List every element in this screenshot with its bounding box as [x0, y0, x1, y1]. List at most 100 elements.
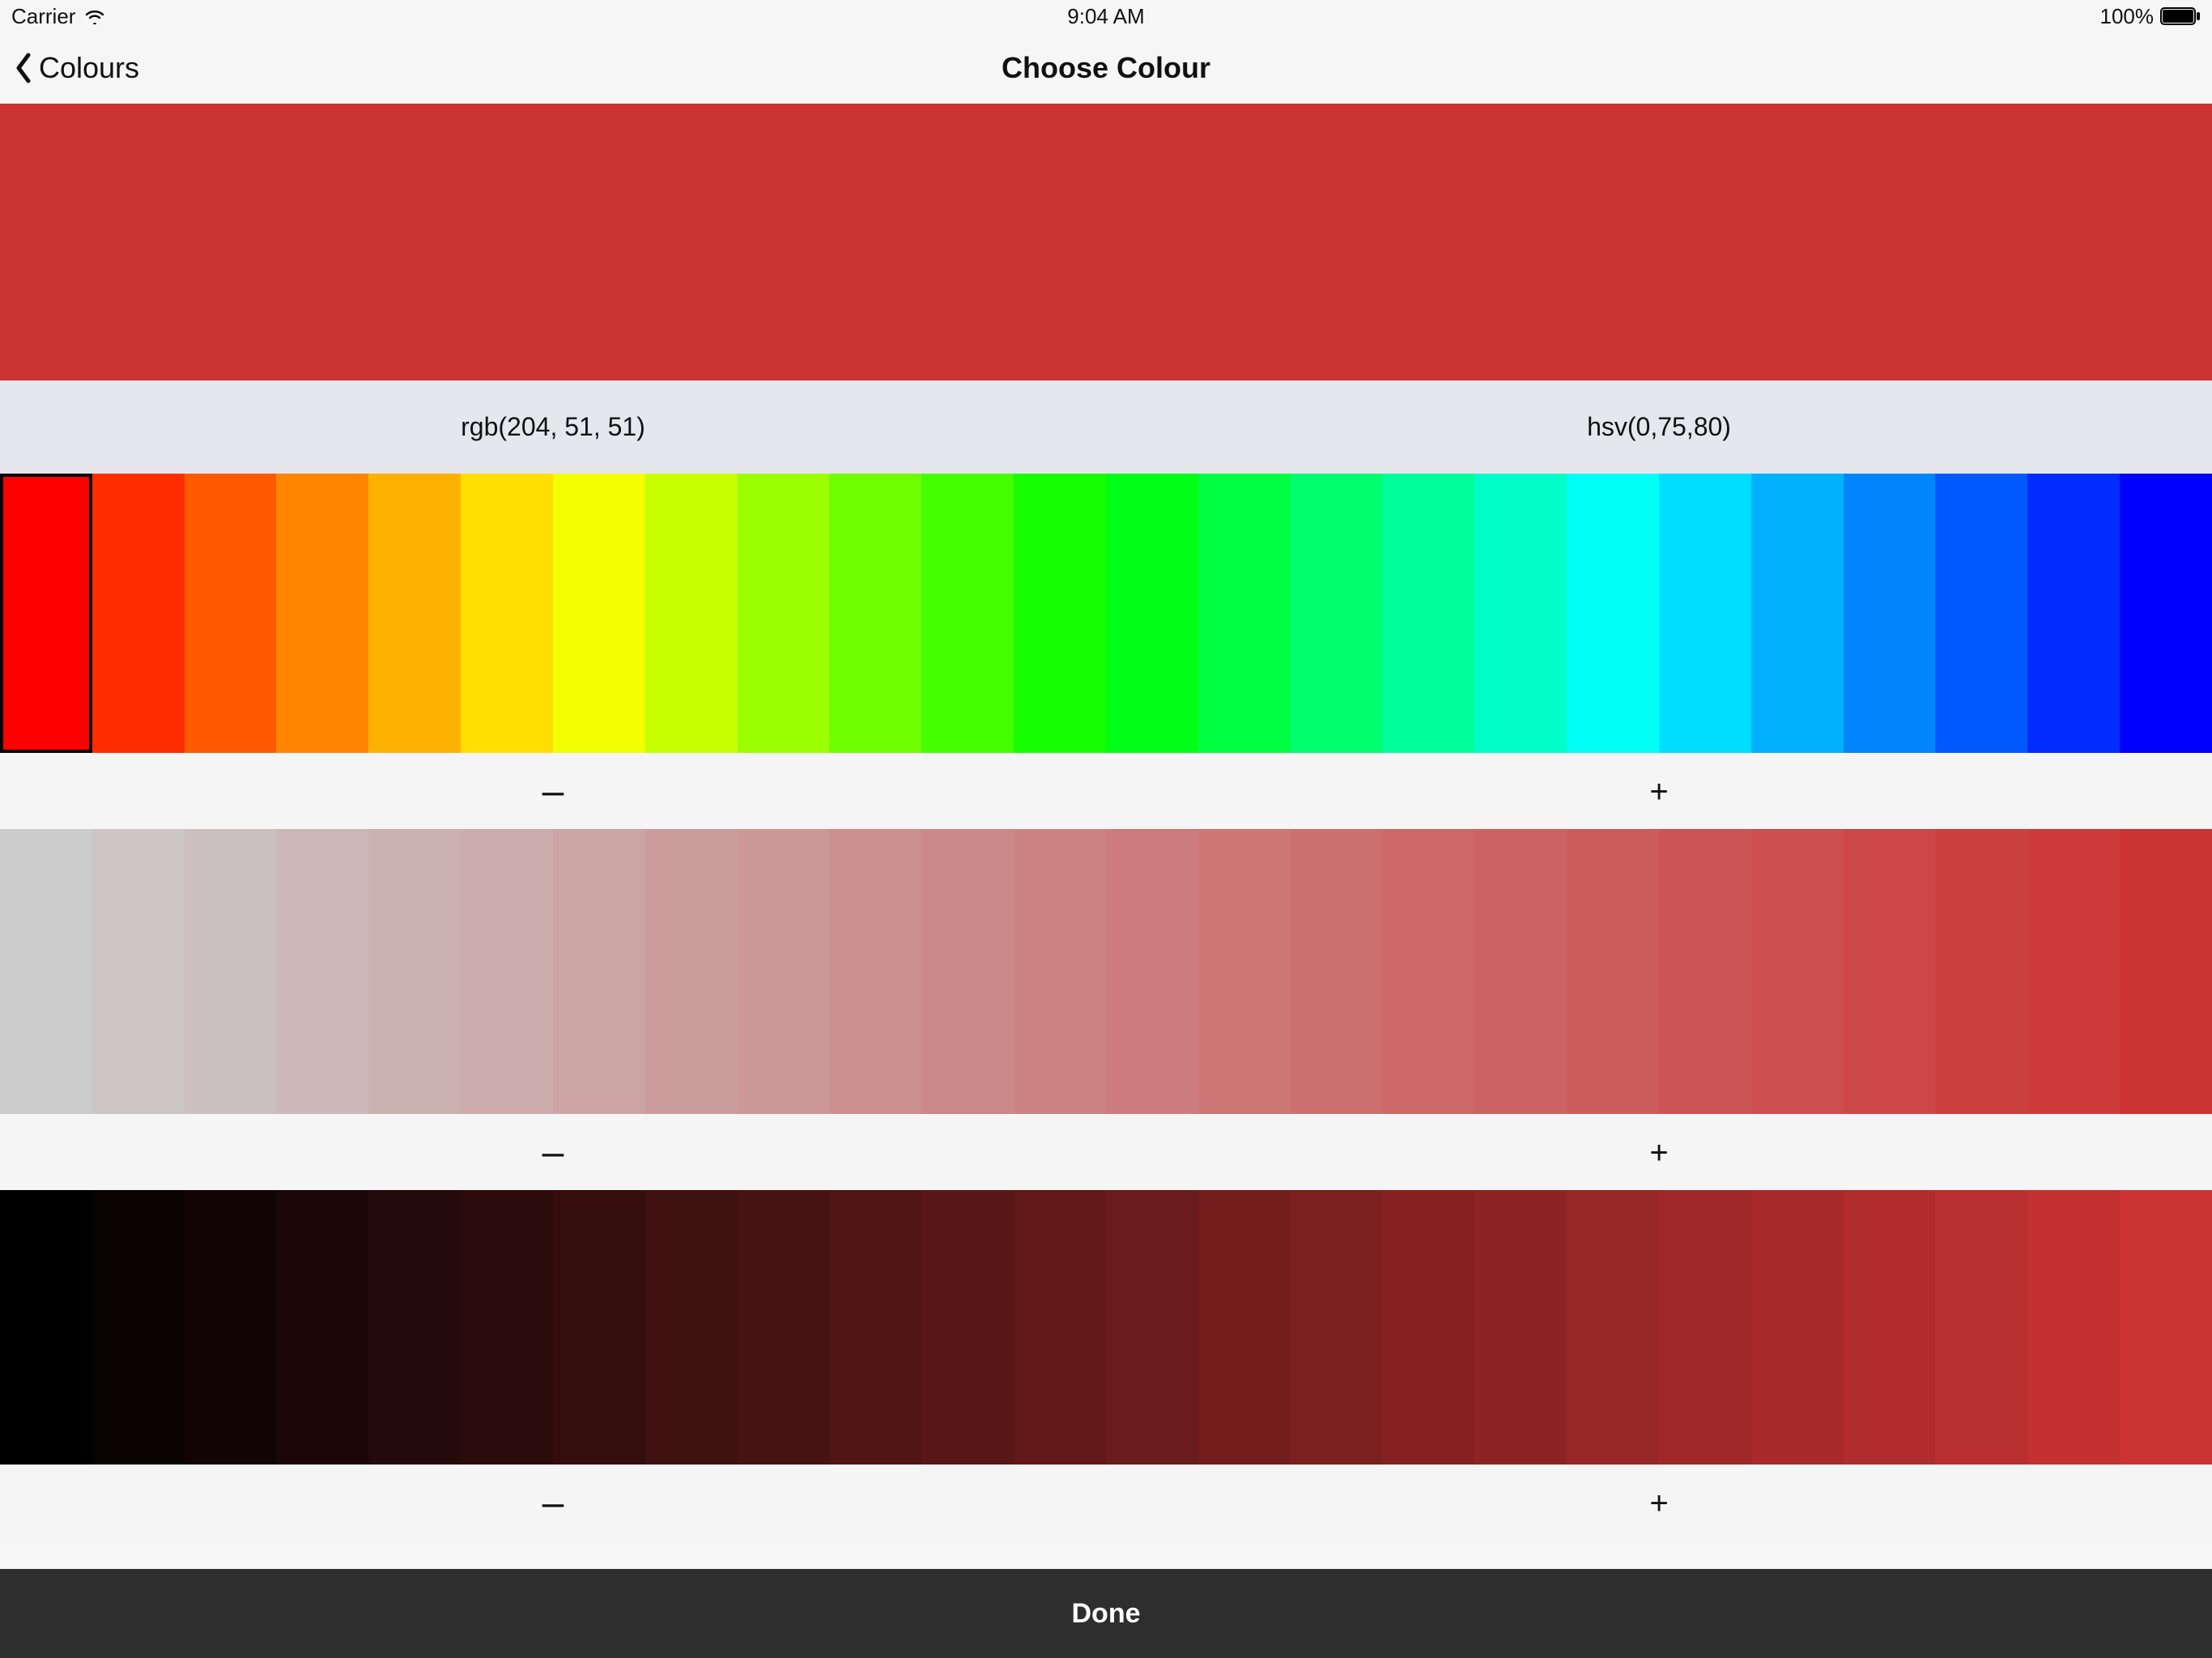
hue-row-swatch[interactable] [185, 474, 277, 753]
battery-icon [2160, 7, 2201, 25]
val-row-swatch[interactable] [1751, 1190, 1844, 1465]
sat-row-swatch[interactable] [553, 829, 645, 1114]
hue-row-swatch[interactable] [829, 474, 921, 753]
val-row-swatch[interactable] [553, 1190, 645, 1465]
hue-swatch-row [0, 474, 2212, 753]
plus-icon: + [1649, 1135, 1668, 1171]
status-bar-right: 100% [1471, 4, 2201, 29]
hue-row-swatch[interactable] [1659, 474, 1751, 753]
val-row-swatch[interactable] [368, 1190, 461, 1465]
minus-icon: – [542, 1131, 564, 1174]
sat-row-swatch[interactable] [1014, 829, 1106, 1114]
val-row-swatch[interactable] [0, 1190, 92, 1465]
value-step-controls: – + [0, 1465, 2212, 1541]
hue-row-swatch[interactable] [553, 474, 645, 753]
sat-row-swatch[interactable] [645, 829, 738, 1114]
sat-row-swatch[interactable] [1291, 829, 1383, 1114]
sat-row-swatch[interactable] [1659, 829, 1751, 1114]
val-row-swatch[interactable] [1291, 1190, 1383, 1465]
hue-row-swatch[interactable] [2120, 474, 2212, 753]
color-info-row: rgb(204, 51, 51) hsv(0,75,80) [0, 380, 2212, 474]
nav-back-button[interactable]: Colours [13, 51, 139, 85]
wifi-icon [83, 8, 106, 24]
val-row-swatch[interactable] [2120, 1190, 2212, 1465]
plus-icon: + [1649, 774, 1668, 810]
val-row-swatch[interactable] [1844, 1190, 1936, 1465]
val-row-swatch[interactable] [276, 1190, 368, 1465]
hue-row-swatch[interactable] [738, 474, 830, 753]
sat-row-swatch[interactable] [461, 829, 553, 1114]
hue-row-swatch[interactable] [368, 474, 461, 753]
sat-row-swatch[interactable] [368, 829, 461, 1114]
hue-row-swatch[interactable] [1291, 474, 1383, 753]
sat-row-swatch[interactable] [1474, 829, 1567, 1114]
val-row-swatch[interactable] [1198, 1190, 1291, 1465]
hue-row-swatch[interactable] [0, 474, 92, 753]
hue-row-swatch[interactable] [921, 474, 1014, 753]
sat-row-swatch[interactable] [1106, 829, 1198, 1114]
chevron-left-icon [13, 52, 34, 84]
sat-row-swatch[interactable] [829, 829, 921, 1114]
value-minus-button[interactable]: – [0, 1481, 1106, 1525]
sat-row-swatch[interactable] [1844, 829, 1936, 1114]
sat-row-swatch[interactable] [2120, 829, 2212, 1114]
val-row-swatch[interactable] [1474, 1190, 1567, 1465]
val-row-swatch[interactable] [1659, 1190, 1751, 1465]
saturation-minus-button[interactable]: – [0, 1130, 1106, 1175]
hue-minus-button[interactable]: – [0, 769, 1106, 814]
hue-plus-button[interactable]: + [1106, 771, 2212, 811]
sat-row-swatch[interactable] [1567, 829, 1659, 1114]
nav-bar: Colours Choose Colour [0, 32, 2212, 104]
hue-row-swatch[interactable] [92, 474, 185, 753]
val-row-swatch[interactable] [1106, 1190, 1198, 1465]
hue-row-swatch[interactable] [276, 474, 368, 753]
val-row-swatch[interactable] [1567, 1190, 1659, 1465]
sat-row-swatch[interactable] [1382, 829, 1474, 1114]
hue-row-swatch[interactable] [1567, 474, 1659, 753]
app-root: Carrier 9:04 AM 100% [0, 0, 2212, 1658]
sat-row-swatch[interactable] [738, 829, 830, 1114]
val-row-swatch[interactable] [1382, 1190, 1474, 1465]
val-row-swatch[interactable] [2027, 1190, 2120, 1465]
sat-row-swatch[interactable] [921, 829, 1014, 1114]
hue-row-swatch[interactable] [1382, 474, 1474, 753]
sat-row-swatch[interactable] [1751, 829, 1844, 1114]
plus-icon: + [1649, 1486, 1668, 1521]
minus-icon: – [542, 770, 564, 813]
val-row-swatch[interactable] [829, 1190, 921, 1465]
val-row-swatch[interactable] [921, 1190, 1014, 1465]
hue-row-swatch[interactable] [461, 474, 553, 753]
hue-row-swatch[interactable] [1014, 474, 1106, 753]
sat-row-swatch[interactable] [276, 829, 368, 1114]
hue-row-swatch[interactable] [2027, 474, 2120, 753]
done-button[interactable]: Done [0, 1569, 2212, 1658]
hue-row-swatch[interactable] [1844, 474, 1936, 753]
saturation-plus-button[interactable]: + [1106, 1132, 2212, 1172]
sat-row-swatch[interactable] [185, 829, 277, 1114]
value-plus-button[interactable]: + [1106, 1482, 2212, 1523]
hue-row-swatch[interactable] [1106, 474, 1198, 753]
sat-row-swatch[interactable] [1935, 829, 2027, 1114]
sat-row-swatch[interactable] [1198, 829, 1291, 1114]
val-row-swatch[interactable] [461, 1190, 553, 1465]
val-row-swatch[interactable] [92, 1190, 185, 1465]
val-row-swatch[interactable] [645, 1190, 738, 1465]
hue-row-swatch[interactable] [1474, 474, 1567, 753]
sat-row-swatch[interactable] [92, 829, 185, 1114]
val-row-swatch[interactable] [1014, 1190, 1106, 1465]
val-row-swatch[interactable] [185, 1190, 277, 1465]
sat-row-swatch[interactable] [0, 829, 92, 1114]
rgb-label: rgb(204, 51, 51) [0, 412, 1106, 442]
status-bar-left: Carrier [11, 4, 741, 29]
hue-row-swatch[interactable] [1935, 474, 2027, 753]
status-bar-time: 9:04 AM [741, 4, 1470, 29]
hue-row-swatch[interactable] [645, 474, 738, 753]
hue-row-swatch[interactable] [1198, 474, 1291, 753]
value-swatch-row [0, 1190, 2212, 1465]
val-row-swatch[interactable] [738, 1190, 830, 1465]
saturation-swatch-row [0, 829, 2212, 1114]
hue-row-swatch[interactable] [1751, 474, 1844, 753]
val-row-swatch[interactable] [1935, 1190, 2027, 1465]
sat-row-swatch[interactable] [2027, 829, 2120, 1114]
battery-percent-label: 100% [2099, 4, 2154, 29]
